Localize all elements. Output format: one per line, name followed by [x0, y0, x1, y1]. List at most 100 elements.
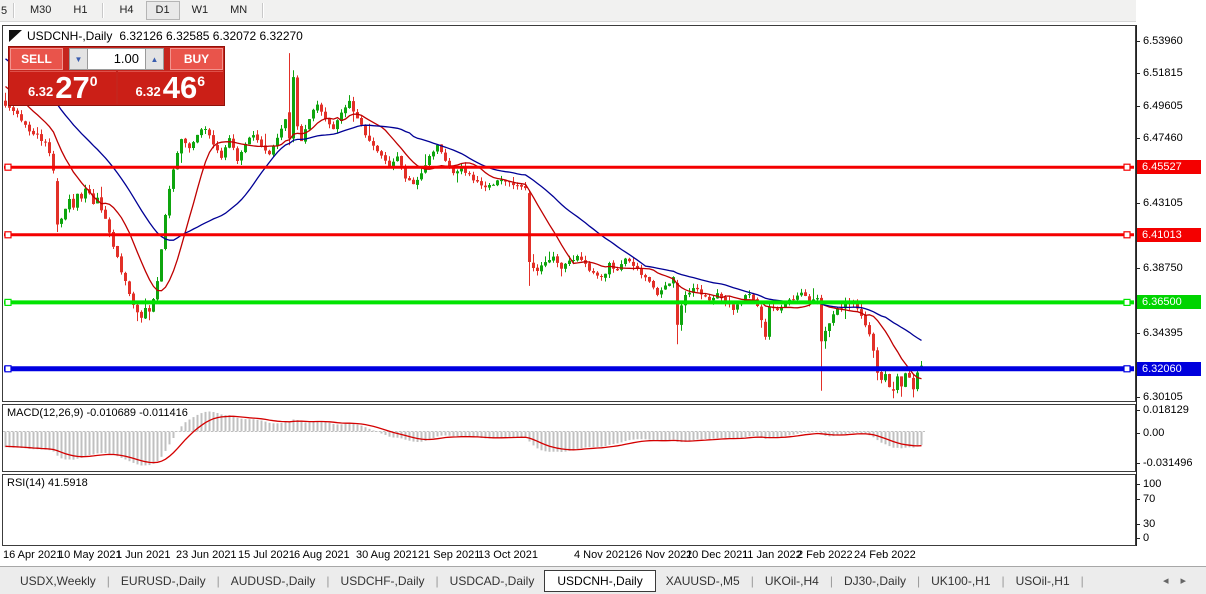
chart-tab-eurusd[interactable]: EURUSD-,Daily	[111, 571, 216, 591]
macd-tick-label: -0.031496	[1143, 457, 1193, 469]
timeframe-h4[interactable]: H4	[109, 1, 143, 20]
date-tick-label: 2 Feb 2022	[797, 549, 853, 561]
price-tick-label: 6.49605	[1143, 100, 1183, 112]
axis-tick-mark	[1136, 138, 1140, 139]
chart-tab-usdchf[interactable]: USDCHF-,Daily	[331, 571, 435, 591]
date-tick-label: 24 Feb 2022	[854, 549, 916, 561]
date-tick-label: 30 Aug 2021	[356, 549, 418, 561]
chart-tab-uk100[interactable]: UK100-,H1	[921, 571, 1000, 591]
price-tick-label: 6.47460	[1143, 132, 1183, 144]
price-tick-label: 6.43105	[1143, 197, 1183, 209]
rsi-tick-label: 70	[1143, 493, 1155, 505]
macd-histogram	[5, 412, 923, 466]
volume-increase-icon[interactable]: ▲	[145, 48, 164, 70]
rsi-tick-label: 100	[1143, 478, 1161, 490]
sell-price-tile[interactable]: 6.32 27 0	[10, 71, 116, 104]
timeframe-w1[interactable]: W1	[182, 1, 219, 20]
axis-tick-mark	[1136, 538, 1140, 539]
date-axis: 16 Apr 202110 May 20211 Jun 2021 23 Jun 2…	[0, 546, 1206, 566]
buy-price-tile[interactable]: 6.32 46 6	[118, 71, 224, 104]
chart-tab-ukoil[interactable]: UKOil-,H4	[755, 571, 829, 591]
macd-label: MACD(12,26,9) -0.010689 -0.011416	[7, 407, 188, 419]
sell-button[interactable]: SELL	[10, 48, 63, 70]
date-tick-label: 11 Jan 2022	[742, 549, 802, 561]
date-tick-label: 26 Nov 2021	[630, 549, 692, 561]
tab-separator: |	[217, 574, 220, 588]
price-tick-label: 6.53960	[1143, 35, 1183, 47]
volume-decrease-icon[interactable]: ▼	[69, 48, 88, 70]
axis-tick-mark	[1136, 41, 1140, 42]
toolbar-separator	[13, 3, 15, 18]
date-tick-label: 21 Sep 2021	[418, 549, 480, 561]
tab-separator: |	[830, 574, 833, 588]
horizontal-line	[4, 299, 1134, 305]
buy-price-prefix: 6.32	[135, 84, 160, 99]
timeframe-d1[interactable]: D1	[146, 1, 180, 20]
price-tick-label: 6.51815	[1143, 67, 1183, 79]
horizontal-line	[4, 366, 1134, 372]
axis-tick-mark	[1136, 333, 1140, 334]
axis-tick-mark	[1136, 106, 1140, 107]
chart-tab-dj30[interactable]: DJ30-,Daily	[834, 571, 916, 591]
chart-tab-usdcnh[interactable]: USDCNH-,Daily	[544, 570, 655, 592]
axis-tick-mark	[1136, 433, 1140, 434]
timeframe-m15-partial[interactable]: 5	[0, 3, 9, 19]
axis-tick-mark	[1136, 499, 1140, 500]
axis-tick-mark	[1136, 73, 1140, 74]
tab-separator: |	[917, 574, 920, 588]
rsi-panel[interactable]: RSI(14) 41.5918	[2, 474, 1136, 546]
axis-tick-mark	[1136, 410, 1140, 411]
timeframe-h1[interactable]: H1	[63, 1, 97, 20]
date-tick-label: 6 Aug 2021	[294, 549, 350, 561]
macd-signal-line	[6, 416, 922, 462]
tab-scroll-arrows[interactable]: ◂▸	[1163, 574, 1198, 587]
toolbar-separator	[262, 3, 264, 18]
timeframe-toolbar: 5 M30H1 H4D1W1MN	[0, 0, 1206, 22]
buy-button[interactable]: BUY	[170, 48, 223, 70]
tab-separator: |	[326, 574, 329, 588]
chart-tab-usdx[interactable]: USDX,Weekly	[10, 571, 106, 591]
price-tick-label: 6.34395	[1143, 327, 1183, 339]
one-click-trading-widget: SELL ▼ 1.00 ▲ BUY 6.32 27 0 6.32 46 6	[8, 46, 225, 106]
date-tick-label: 23 Jun 2021	[176, 549, 237, 561]
rsi-label: RSI(14) 41.5918	[7, 477, 88, 489]
chart-tab-audusd[interactable]: AUDUSD-,Daily	[221, 571, 326, 591]
sell-price-prefix: 6.32	[28, 84, 53, 99]
chart-tab-bar: USDX,Weekly|EURUSD-,Daily|AUDUSD-,Daily|…	[0, 566, 1206, 594]
main-chart-panel[interactable]: USDCNH-,Daily 6.32126 6.32585 6.32072 6.…	[2, 25, 1136, 402]
axis-tick-mark	[1136, 268, 1140, 269]
date-tick-label: 10 May 2021	[58, 549, 122, 561]
axis-line	[1136, 25, 1137, 546]
macd-tick-label: 0.00	[1143, 427, 1164, 439]
chart-tab-xauusd[interactable]: XAUUSD-,M5	[656, 571, 750, 591]
date-tick-label: 1 Jun 2021	[116, 549, 170, 561]
price-tick-label: 6.38750	[1143, 262, 1183, 274]
rsi-tick-label: 0	[1143, 532, 1149, 544]
tab-separator: |	[751, 574, 754, 588]
buy-price-big: 46	[163, 73, 197, 103]
date-tick-label: 15 Jul 2021	[238, 549, 295, 561]
buy-price-pip: 6	[197, 73, 205, 89]
chart-tab-usoil[interactable]: USOil-,H1	[1006, 571, 1080, 591]
axis-tick-mark	[1136, 203, 1140, 204]
price-line-badge: 6.36500	[1137, 295, 1201, 309]
macd-panel[interactable]: MACD(12,26,9) -0.010689 -0.011416	[2, 404, 1136, 472]
volume-input[interactable]: 1.00	[88, 48, 145, 70]
axis-tick-mark	[1136, 484, 1140, 485]
toolbar-separator	[102, 3, 104, 18]
rsi-canvas	[3, 475, 1135, 545]
chart-ohlc-quotes: 6.32126 6.32585 6.32072 6.32270	[119, 29, 303, 43]
axis-tick-mark	[1136, 524, 1140, 525]
date-tick-label: 4 Nov 2021	[574, 549, 630, 561]
timeframe-mn[interactable]: MN	[220, 1, 257, 20]
tab-separator: |	[107, 574, 110, 588]
chart-tab-usdcad[interactable]: USDCAD-,Daily	[440, 571, 545, 591]
price-line-badge: 6.32060	[1137, 362, 1201, 376]
rsi-tick-label: 30	[1143, 518, 1155, 530]
date-tick-label: 16 Apr 2021	[3, 549, 62, 561]
tab-separator: |	[1081, 574, 1084, 588]
timeframe-m30[interactable]: M30	[20, 1, 61, 20]
horizontal-line	[4, 232, 1134, 238]
chart-symbol-period: USDCNH-,Daily	[27, 29, 112, 43]
axis-tick-mark	[1136, 397, 1140, 398]
